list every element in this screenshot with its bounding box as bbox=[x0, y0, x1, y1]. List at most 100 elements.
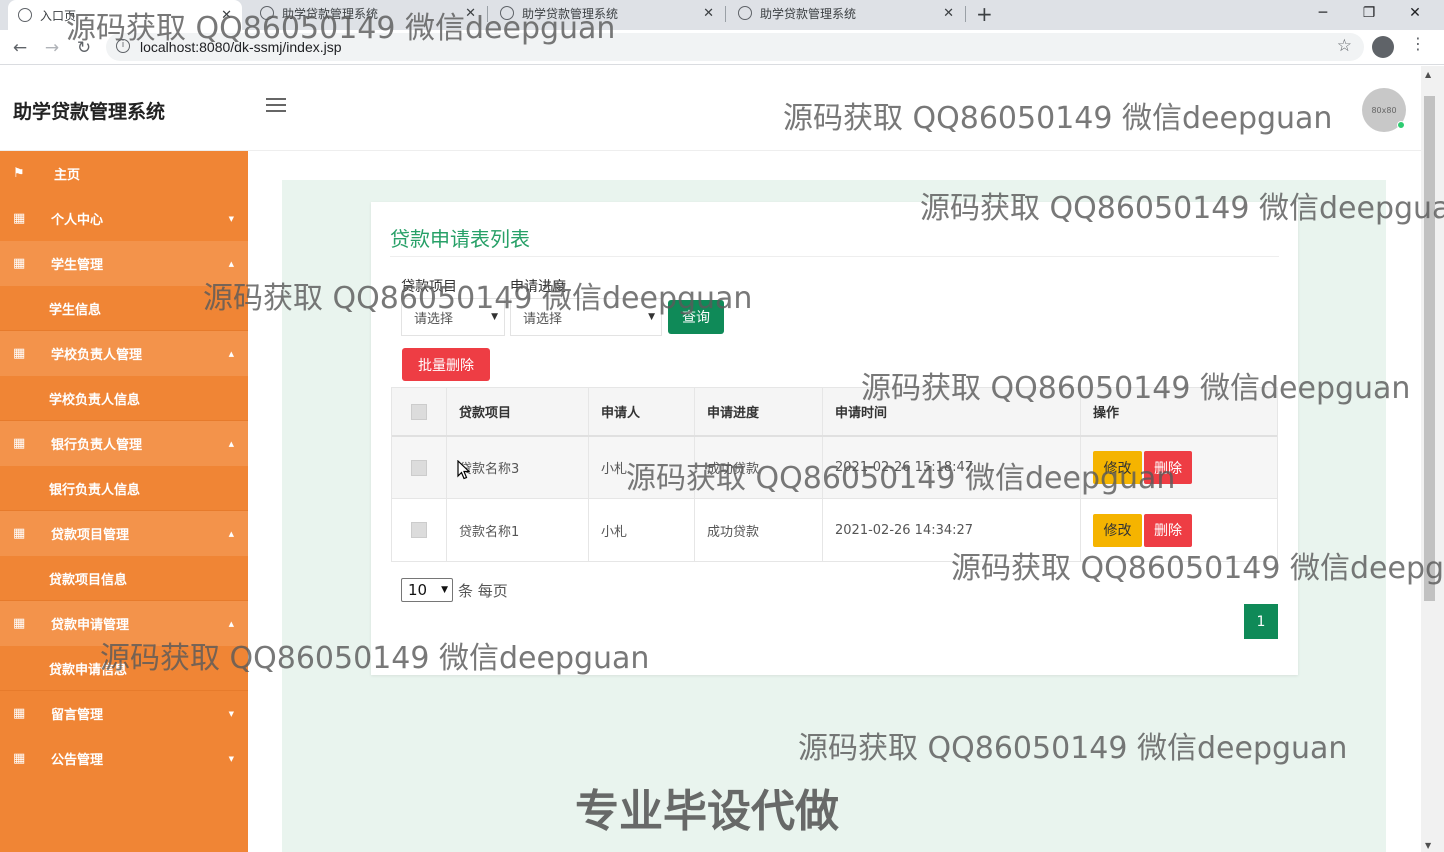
browser-tab-3[interactable]: 助学贷款管理系统 ✕ bbox=[490, 0, 724, 26]
batch-delete-button[interactable]: 批量删除 bbox=[402, 348, 490, 381]
row-checkbox[interactable] bbox=[411, 459, 427, 476]
caret-up-icon: ▲ bbox=[228, 349, 234, 358]
cell-time: 2021-02-26 14:34:27 bbox=[823, 499, 1081, 561]
column-header: 申请人 bbox=[589, 388, 695, 435]
reload-icon[interactable]: ↻ bbox=[72, 36, 96, 60]
table-header-row: 贷款项目 申请人 申请进度 申请时间 操作 bbox=[392, 388, 1277, 437]
hamburger-menu-icon[interactable] bbox=[266, 98, 286, 116]
sidebar-subitem-loan-project-info[interactable]: 贷款项目信息 bbox=[0, 556, 248, 601]
sidebar-item-notice-management[interactable]: ▦ 公告管理 ▼ bbox=[0, 736, 248, 781]
sidebar-subitem-label: 学生信息 bbox=[49, 302, 102, 318]
tab-separator bbox=[487, 6, 488, 22]
new-tab-icon[interactable]: + bbox=[976, 2, 993, 26]
sidebar-item-personal-center[interactable]: ▦ 个人中心 ▼ bbox=[0, 196, 248, 241]
back-arrow-icon[interactable]: ← bbox=[8, 36, 32, 60]
sidebar: ⚑ 主页 ▦ 个人中心 ▼ ▦ 学生管理 ▲ 学生信息 ▦ 学校负责人管理 ▲ … bbox=[0, 151, 248, 852]
sidebar-item-label: 学生管理 bbox=[51, 258, 104, 273]
filter-project-select[interactable]: 请选择 ▼ bbox=[401, 298, 505, 336]
edit-button[interactable]: 修改 bbox=[1093, 513, 1142, 547]
sidebar-subitem-bank-manager-info[interactable]: 银行负责人信息 bbox=[0, 466, 248, 511]
profile-icon[interactable] bbox=[1372, 36, 1394, 58]
close-icon[interactable]: ✕ bbox=[703, 6, 714, 21]
sidebar-item-loan-project-management[interactable]: ▦ 贷款项目管理 ▲ bbox=[0, 511, 248, 556]
sidebar-item-loan-application-management[interactable]: ▦ 贷款申请管理 ▲ bbox=[0, 601, 248, 646]
title-divider bbox=[390, 256, 1279, 257]
select-all-cell bbox=[392, 388, 447, 435]
cell-applicant: 小札 bbox=[589, 437, 695, 498]
grid-icon: ▦ bbox=[13, 616, 26, 631]
sidebar-subitem-school-manager-info[interactable]: 学校负责人信息 bbox=[0, 376, 248, 421]
sidebar-item-home[interactable]: ⚑ 主页 bbox=[0, 151, 248, 196]
select-value: 请选择 bbox=[523, 311, 563, 327]
chevron-down-icon: ▼ bbox=[491, 312, 498, 322]
restore-icon[interactable]: ❐ bbox=[1346, 0, 1392, 26]
watermark-banner: 专业毕设代做 bbox=[575, 786, 839, 837]
caret-up-icon: ▲ bbox=[228, 259, 234, 268]
sidebar-subitem-loan-application-info[interactable]: 贷款申请信息 bbox=[0, 646, 248, 691]
mouse-cursor-icon bbox=[457, 459, 471, 484]
sidebar-item-message-management[interactable]: ▦ 留言管理 ▼ bbox=[0, 691, 248, 736]
tab-title: 入口页 bbox=[40, 8, 77, 23]
sidebar-subitem-label: 贷款项目信息 bbox=[49, 572, 128, 588]
row-select-cell bbox=[392, 437, 447, 498]
caret-down-icon: ▼ bbox=[228, 754, 234, 763]
close-icon[interactable]: ✕ bbox=[465, 6, 476, 21]
edit-button[interactable]: 修改 bbox=[1093, 451, 1142, 484]
menu-dots-icon[interactable]: ⋮ bbox=[1410, 34, 1426, 53]
sidebar-subitem-label: 银行负责人信息 bbox=[49, 482, 141, 498]
browser-tab-bar: 入口页 ✕ 助学贷款管理系统 ✕ 助学贷款管理系统 ✕ 助学贷款管理系统 ✕ +… bbox=[0, 0, 1444, 34]
browser-tab-4[interactable]: 助学贷款管理系统 ✕ bbox=[728, 0, 964, 26]
column-header: 贷款项目 bbox=[447, 388, 589, 435]
minimize-icon[interactable]: ─ bbox=[1300, 0, 1346, 26]
close-icon[interactable]: ✕ bbox=[943, 6, 954, 21]
select-all-checkbox[interactable] bbox=[411, 403, 427, 420]
search-button[interactable]: 查询 bbox=[668, 300, 724, 334]
sidebar-subitem-label: 学校负责人信息 bbox=[49, 392, 141, 408]
info-icon[interactable]: i bbox=[116, 39, 130, 53]
url-text[interactable]: localhost:8080/dk-ssmj/index.jsp bbox=[140, 39, 342, 55]
scroll-thumb[interactable] bbox=[1424, 96, 1435, 601]
sidebar-item-label: 主页 bbox=[54, 168, 81, 183]
scroll-down-icon[interactable]: ▼ bbox=[1425, 841, 1431, 850]
grid-icon: ▦ bbox=[13, 346, 26, 361]
tab-title: 助学贷款管理系统 bbox=[282, 6, 379, 21]
pagination-page-1[interactable]: 1 bbox=[1244, 604, 1278, 639]
cell-actions: 修改 删除 bbox=[1081, 499, 1277, 561]
page-size-label: 条 每页 bbox=[458, 581, 508, 600]
row-checkbox[interactable] bbox=[411, 522, 427, 538]
star-icon[interactable]: ☆ bbox=[1337, 36, 1352, 56]
url-field[interactable]: i localhost:8080/dk-ssmj/index.jsp ☆ bbox=[106, 33, 1364, 61]
close-icon[interactable]: ✕ bbox=[221, 8, 232, 23]
select-value: 请选择 bbox=[414, 311, 454, 327]
globe-icon bbox=[500, 6, 514, 20]
sidebar-item-bank-manager-management[interactable]: ▦ 银行负责人管理 ▲ bbox=[0, 421, 248, 466]
sidebar-subitem-student-info[interactable]: 学生信息 bbox=[0, 286, 248, 331]
table-row: 贷款名称1 小札 成功贷款 2021-02-26 14:34:27 修改 删除 bbox=[392, 499, 1277, 561]
delete-button[interactable]: 删除 bbox=[1144, 451, 1192, 484]
filter-progress-select[interactable]: 请选择 ▼ bbox=[510, 298, 662, 336]
caret-down-icon: ▼ bbox=[228, 709, 234, 718]
scroll-up-icon[interactable]: ▲ bbox=[1425, 70, 1431, 79]
grid-icon: ▦ bbox=[13, 526, 26, 541]
sidebar-item-school-manager-management[interactable]: ▦ 学校负责人管理 ▲ bbox=[0, 331, 248, 376]
browser-tab-2[interactable]: 助学贷款管理系统 ✕ bbox=[250, 0, 486, 26]
browser-tab-1[interactable]: 入口页 ✕ bbox=[8, 0, 242, 30]
caret-up-icon: ▲ bbox=[228, 529, 234, 538]
sidebar-item-label: 留言管理 bbox=[51, 708, 104, 723]
forward-arrow-icon[interactable]: → bbox=[40, 36, 64, 60]
globe-icon bbox=[18, 8, 32, 22]
window-close-icon[interactable]: ✕ bbox=[1392, 0, 1438, 26]
online-status-icon bbox=[1397, 121, 1405, 129]
cell-actions: 修改 删除 bbox=[1081, 437, 1277, 498]
page-scrollbar[interactable]: ▲ ▼ bbox=[1421, 66, 1444, 852]
sidebar-item-student-management[interactable]: ▦ 学生管理 ▲ bbox=[0, 241, 248, 286]
sidebar-subitem-label: 贷款申请信息 bbox=[49, 662, 128, 678]
avatar[interactable]: 80x80 bbox=[1362, 88, 1406, 132]
grid-icon: ▦ bbox=[13, 256, 26, 271]
chevron-down-icon: ▼ bbox=[441, 585, 448, 595]
filter-project-label: 贷款项目 bbox=[401, 279, 457, 295]
page-size-select[interactable]: 10 ▼ bbox=[401, 578, 453, 602]
delete-button[interactable]: 删除 bbox=[1144, 513, 1192, 547]
globe-icon bbox=[260, 6, 274, 20]
column-header: 申请进度 bbox=[695, 388, 823, 435]
